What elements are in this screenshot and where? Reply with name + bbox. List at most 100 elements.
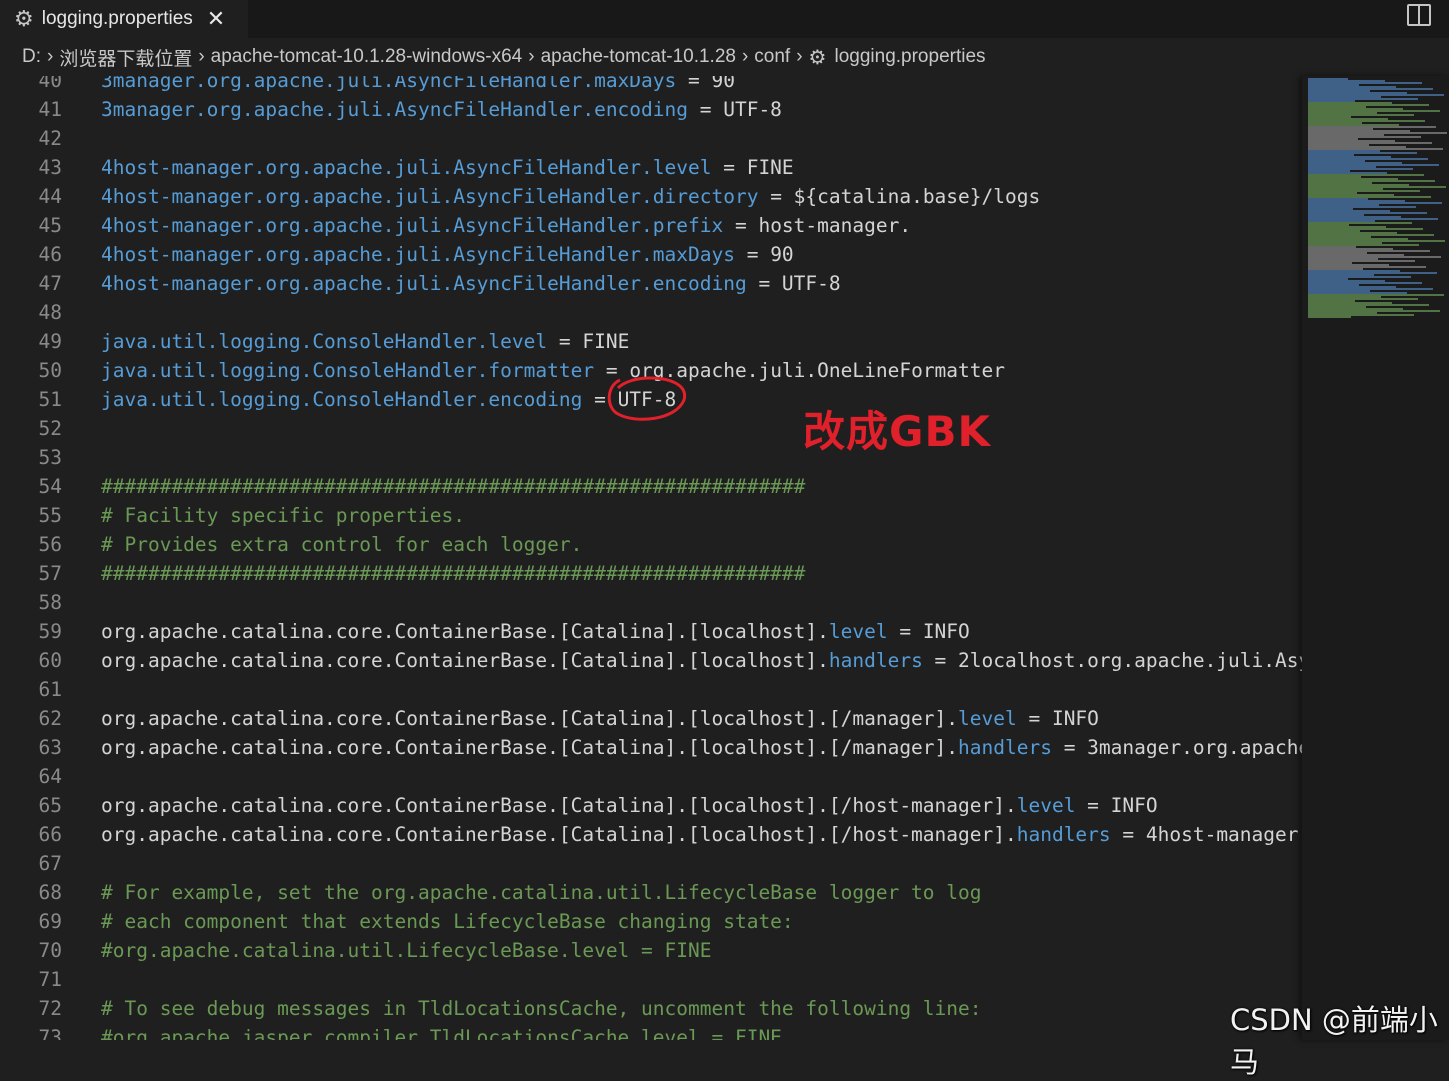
- code-line[interactable]: 71: [0, 965, 1302, 994]
- line-number: 43: [38, 156, 62, 179]
- code-line[interactable]: 49 java.util.logging.ConsoleHandler.level…: [0, 327, 1302, 356]
- token-text: = UTF-8: [688, 98, 782, 121]
- line-number: 72: [38, 997, 62, 1020]
- token-key: 4host-manager.org.apache.juli.AsyncFileH…: [101, 272, 747, 295]
- code-line[interactable]: 66 org.apache.catalina.core.ContainerBase…: [0, 820, 1302, 849]
- line-code: #org.apache.jasper.compiler.TldLocations…: [101, 1023, 782, 1040]
- line-code: org.apache.catalina.core.ContainerBase.[…: [101, 733, 1302, 762]
- line-number: 46: [38, 243, 62, 266]
- code-line[interactable]: 67: [0, 849, 1302, 878]
- token-key: 4host-manager.org.apache.juli.AsyncFileH…: [101, 243, 735, 266]
- line-number: 67: [38, 852, 62, 875]
- line-code: ########################################…: [101, 472, 805, 501]
- code-line[interactable]: 46 4host-manager.org.apache.juli.AsyncFil…: [0, 240, 1302, 269]
- code-line[interactable]: 63 org.apache.catalina.core.ContainerBase…: [0, 733, 1302, 762]
- code-line[interactable]: 72 # To see debug messages in TldLocation…: [0, 994, 1302, 1023]
- line-code: 4host-manager.org.apache.juli.AsyncFileH…: [101, 153, 794, 182]
- line-number: 62: [38, 707, 62, 730]
- code-line[interactable]: 57 ######################################…: [0, 559, 1302, 588]
- code-editor[interactable]: 40 3manager.org.apache.juli.AsyncFileHand…: [0, 76, 1302, 1040]
- token-text: = 4host-manager.org.apache.juli.AsyncFil…: [1122, 823, 1302, 846]
- line-number: 70: [38, 939, 62, 962]
- line-code: # Provides extra control for each logger…: [101, 530, 582, 559]
- code-line[interactable]: 73 #org.apache.jasper.compiler.TldLocatio…: [0, 1023, 1302, 1040]
- code-line[interactable]: 51 java.util.logging.ConsoleHandler.encod…: [0, 385, 1302, 414]
- code-line[interactable]: 48: [0, 298, 1302, 327]
- token-key: handlers: [828, 649, 923, 672]
- code-line[interactable]: 41 3manager.org.apache.juli.AsyncFileHand…: [0, 95, 1302, 124]
- line-number: 68: [38, 881, 62, 904]
- line-number: 50: [38, 359, 62, 382]
- code-line[interactable]: 50 java.util.logging.ConsoleHandler.forma…: [0, 356, 1302, 385]
- token-text: = FINE: [711, 156, 794, 179]
- code-line[interactable]: 62 org.apache.catalina.core.ContainerBase…: [0, 704, 1302, 733]
- code-line[interactable]: 55 # Facility specific properties.: [0, 501, 1302, 530]
- minimap[interactable]: [1302, 76, 1449, 1040]
- code-line[interactable]: 56 # Provides extra control for each logg…: [0, 530, 1302, 559]
- line-code: # Facility specific properties.: [101, 501, 465, 530]
- split-editor-icon[interactable]: [1407, 4, 1431, 26]
- token-comment: # Provides extra control for each logger…: [101, 533, 583, 556]
- line-code: 4host-manager.org.apache.juli.AsyncFileH…: [101, 182, 1040, 211]
- code-line[interactable]: 64: [0, 762, 1302, 791]
- token-text: = INFO: [887, 620, 970, 643]
- breadcrumb-folder-tomcat-windows[interactable]: apache-tomcat-10.1.28-windows-x64: [211, 46, 523, 68]
- code-line[interactable]: 68 # For example, set the org.apache.cata…: [0, 878, 1302, 907]
- token-key: handlers: [958, 736, 1052, 759]
- code-line[interactable]: 60 org.apache.catalina.core.ContainerBase…: [0, 646, 1302, 675]
- code-line[interactable]: 53: [0, 443, 1302, 472]
- line-code: #org.apache.catalina.util.LifecycleBase.…: [101, 936, 711, 965]
- line-number: 71: [38, 968, 62, 991]
- line-code: 3manager.org.apache.juli.AsyncFileHandle…: [101, 76, 735, 95]
- line-number: 44: [38, 185, 62, 208]
- token-key: 4host-manager.org.apache.juli.AsyncFileH…: [101, 214, 724, 237]
- token-key: 4host-manager.org.apache.juli.AsyncFileH…: [101, 156, 712, 179]
- breadcrumb-folder-downloads[interactable]: 浏览器下载位置: [59, 44, 192, 71]
- chevron-right-icon: ›: [796, 46, 803, 67]
- code-line[interactable]: 59 org.apache.catalina.core.ContainerBase…: [0, 617, 1302, 646]
- breadcrumb-drive[interactable]: D:: [22, 46, 41, 68]
- token-text: = 2localhost.org.apache.juli.AsyncFileHa…: [934, 649, 1302, 672]
- code-line[interactable]: 58: [0, 588, 1302, 617]
- line-number: 40: [38, 76, 62, 92]
- token-text: = 90: [734, 243, 794, 266]
- token-text: = org.apache.juli.OneLineFormatter: [594, 359, 1005, 382]
- code-line[interactable]: 47 4host-manager.org.apache.juli.AsyncFil…: [0, 269, 1302, 298]
- close-icon[interactable]: ✕: [207, 7, 225, 32]
- gear-icon: ⚙: [14, 6, 34, 32]
- editor-tab[interactable]: ⚙ logging.properties ✕: [0, 0, 248, 38]
- line-code: 4host-manager.org.apache.juli.AsyncFileH…: [101, 211, 911, 240]
- line-code: java.util.logging.ConsoleHandler.level =…: [101, 327, 629, 356]
- line-code: # each component that extends LifecycleB…: [101, 907, 794, 936]
- line-number: 54: [38, 475, 62, 498]
- code-line[interactable]: 54 ######################################…: [0, 472, 1302, 501]
- code-line[interactable]: 40 3manager.org.apache.juli.AsyncFileHand…: [0, 76, 1302, 95]
- code-line[interactable]: 43 4host-manager.org.apache.juli.AsyncFil…: [0, 153, 1302, 182]
- line-number: 53: [38, 446, 62, 469]
- code-line[interactable]: 69 # each component that extends Lifecycl…: [0, 907, 1302, 936]
- line-code: # For example, set the org.apache.catali…: [101, 878, 982, 907]
- code-line[interactable]: 44 4host-manager.org.apache.juli.AsyncFil…: [0, 182, 1302, 211]
- line-code: 3manager.org.apache.juli.AsyncFileHandle…: [101, 95, 782, 124]
- line-number: 51: [38, 388, 62, 411]
- breadcrumb-folder-tomcat[interactable]: apache-tomcat-10.1.28: [541, 46, 736, 68]
- line-code: 4host-manager.org.apache.juli.AsyncFileH…: [101, 240, 794, 269]
- code-line[interactable]: 45 4host-manager.org.apache.juli.AsyncFil…: [0, 211, 1302, 240]
- breadcrumb-folder-conf[interactable]: conf: [754, 46, 790, 68]
- code-line[interactable]: 52: [0, 414, 1302, 443]
- code-line[interactable]: 70 #org.apache.catalina.util.LifecycleBas…: [0, 936, 1302, 965]
- token-key: 3manager.org.apache.juli.AsyncFileHandle…: [101, 98, 688, 121]
- line-number: 45: [38, 214, 62, 237]
- code-line[interactable]: 61: [0, 675, 1302, 704]
- line-code: org.apache.catalina.core.ContainerBase.[…: [101, 820, 1302, 849]
- token-key: 4host-manager.org.apache.juli.AsyncFileH…: [101, 185, 759, 208]
- code-line[interactable]: 42: [0, 124, 1302, 153]
- token-key: level: [1016, 794, 1076, 817]
- line-code: # To see debug messages in TldLocationsC…: [101, 994, 982, 1023]
- breadcrumb-file[interactable]: logging.properties: [834, 46, 985, 68]
- line-code: ########################################…: [101, 559, 805, 588]
- chevron-right-icon: ›: [528, 46, 535, 67]
- code-line[interactable]: 65 org.apache.catalina.core.ContainerBase…: [0, 791, 1302, 820]
- token-comment: #org.apache.jasper.compiler.TldLocations…: [101, 1026, 782, 1040]
- annotation-text: 改成GBK: [803, 407, 992, 456]
